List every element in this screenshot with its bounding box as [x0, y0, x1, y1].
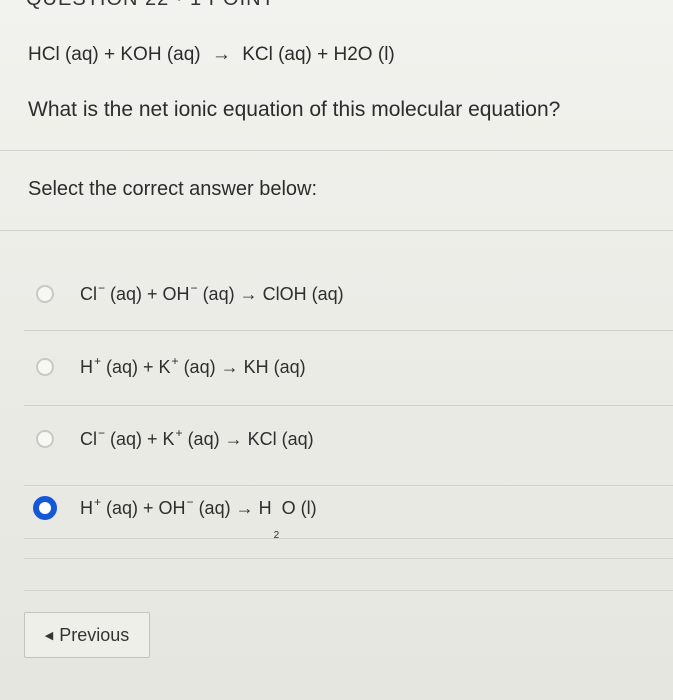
ion-charge: −: [186, 494, 194, 509]
radio-button[interactable]: [36, 285, 54, 303]
radio-button[interactable]: [36, 430, 54, 448]
radio-button-selected[interactable]: [33, 496, 57, 520]
ion-charge: −: [98, 280, 106, 295]
answer-option-2[interactable]: H+ (aq) + K+ (aq) → KH (aq): [36, 347, 636, 387]
answer-option-4[interactable]: H+ (aq) + OH− (aq) → H2O (l): [33, 488, 636, 541]
ion-charge: +: [171, 353, 179, 368]
divider: [24, 538, 673, 539]
answer-prompt: Select the correct answer below:: [28, 178, 318, 200]
ion-charge: −: [190, 280, 198, 295]
divider: [24, 590, 673, 591]
ion-charge: −: [98, 425, 106, 440]
divider: [24, 558, 673, 559]
answer-option-text: Cl− (aq) + OH− (aq) → ClOH (aq): [80, 280, 344, 305]
answer-option-text: H+ (aq) + K+ (aq) → KH (aq): [80, 353, 306, 378]
option-text-part: Cl: [80, 283, 97, 304]
ion-charge: +: [175, 425, 183, 440]
question-text: What is the net ionic equation of this m…: [28, 98, 561, 121]
ion-charge: +: [94, 353, 102, 368]
divider: [0, 150, 673, 151]
divider: [24, 405, 673, 406]
option-text-part: (aq) → H: [193, 497, 272, 518]
divider: [0, 230, 673, 231]
answer-option-1[interactable]: Cl− (aq) + OH− (aq) → ClOH (aq): [36, 274, 636, 314]
quiz-page: QUESTION 22 · 1 POINT HCl (aq) + KOH (aq…: [0, 0, 673, 700]
radio-button[interactable]: [36, 358, 54, 376]
equation-products: KCl (aq) + H2O (l): [242, 44, 395, 65]
question-header: QUESTION 22 · 1 POINT: [26, 0, 275, 11]
option-text-part: H: [80, 356, 93, 377]
previous-button[interactable]: ◀ Previous: [24, 612, 150, 658]
divider: [24, 485, 673, 486]
option-text-part: (aq) + OH: [101, 497, 186, 518]
reaction-arrow: →: [211, 44, 231, 65]
chevron-left-icon: ◀: [44, 629, 54, 642]
option-text-part: (aq) + K: [105, 428, 175, 449]
option-text-part: (aq) + K: [101, 356, 171, 377]
equation-reactants: HCl (aq) + KOH (aq): [28, 44, 201, 65]
option-text-part: (aq) + OH: [105, 283, 190, 304]
answer-option-text: H+ (aq) + OH− (aq) → H2O (l): [80, 494, 317, 541]
divider: [24, 330, 673, 331]
option-text-part: O (l): [281, 497, 317, 518]
option-text-part: Cl: [80, 428, 97, 449]
molecular-equation: HCl (aq) + KOH (aq) → KCl (aq) + H2O (l): [28, 44, 395, 66]
ion-charge: +: [94, 494, 102, 509]
answer-option-text: Cl− (aq) + K+ (aq) → KCl (aq): [80, 425, 314, 450]
previous-button-label: Previous: [59, 624, 130, 645]
option-text-part: (aq) → KCl (aq): [182, 428, 314, 449]
option-text-part: (aq) → ClOH (aq): [197, 283, 344, 304]
answer-option-3[interactable]: Cl− (aq) + K+ (aq) → KCl (aq): [36, 419, 636, 459]
option-text-part: (aq) → KH (aq): [178, 356, 306, 377]
option-text-part: H: [80, 497, 93, 518]
